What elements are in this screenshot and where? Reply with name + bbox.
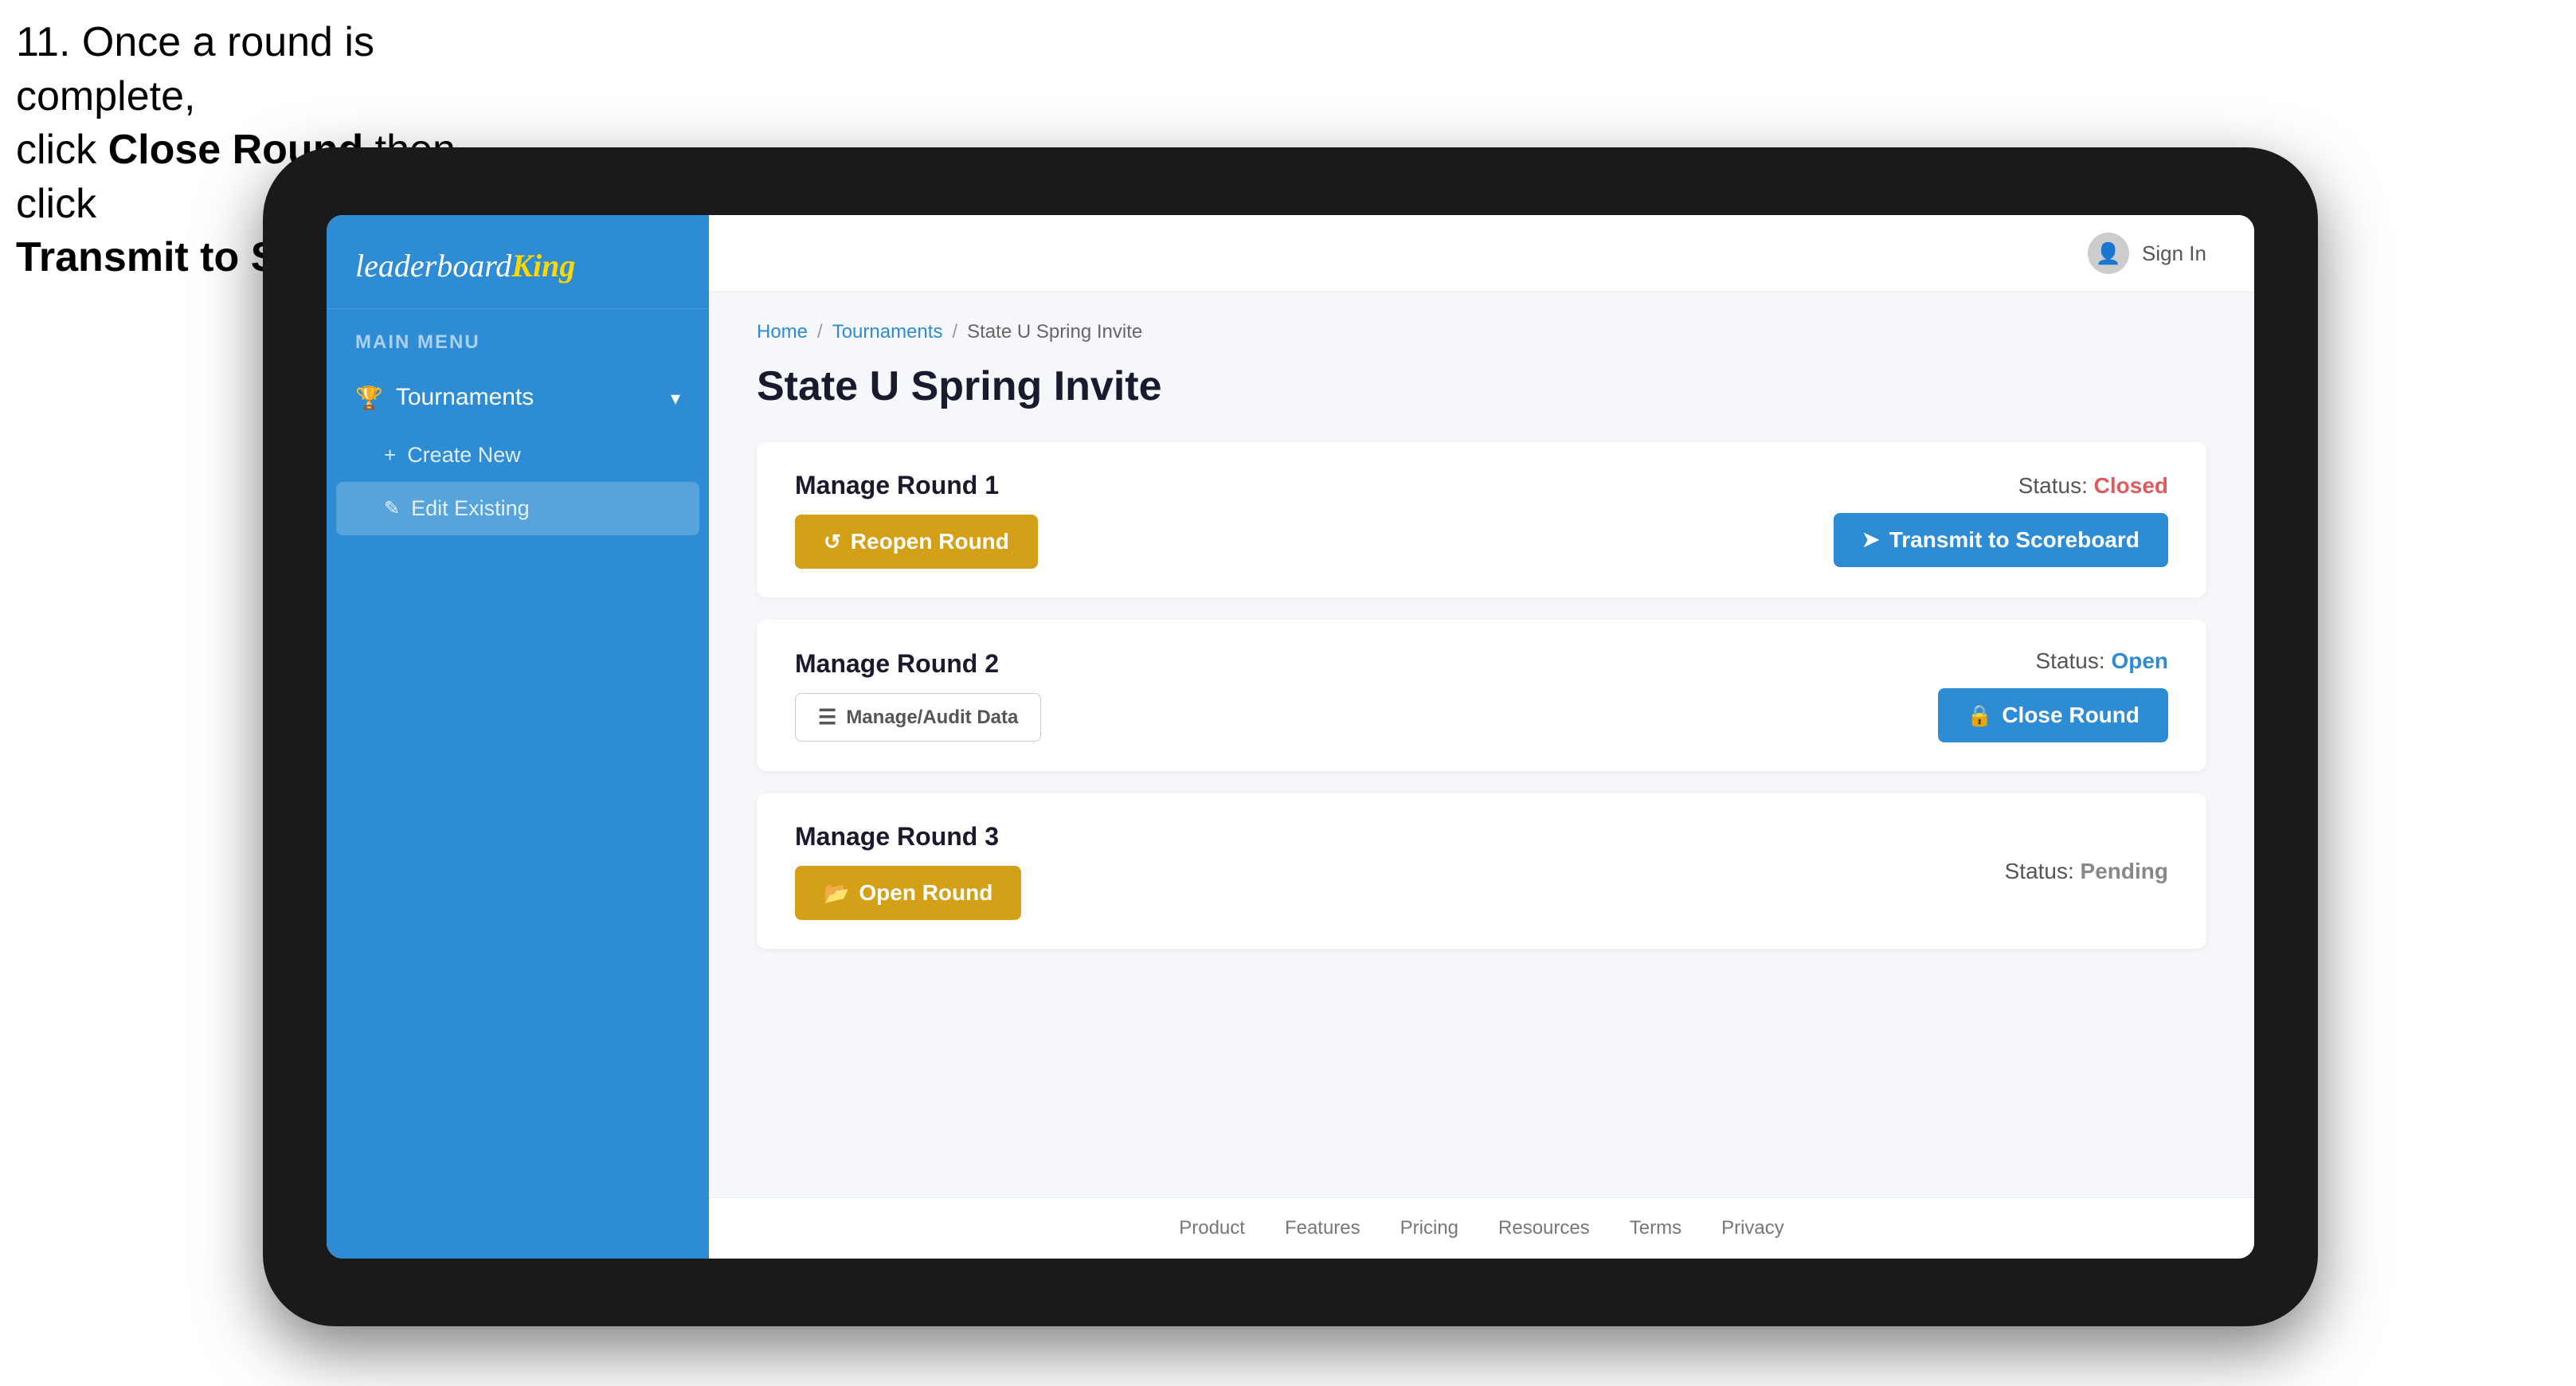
lock-icon: 🔒 xyxy=(1967,703,1992,728)
breadcrumb-home[interactable]: Home xyxy=(757,321,808,343)
manage-audit-data-button[interactable]: ☰ Manage/Audit Data xyxy=(795,693,1041,742)
breadcrumb-sep2: / xyxy=(952,321,957,343)
sidebar-edit-existing-label: Edit Existing xyxy=(411,496,530,521)
trophy-icon: 🏆 xyxy=(355,385,383,411)
footer-terms[interactable]: Terms xyxy=(1630,1217,1681,1239)
footer-product[interactable]: Product xyxy=(1179,1217,1245,1239)
round-1-section: Manage Round 1 ↺ Reopen Round Status: Cl… xyxy=(757,442,2206,597)
reopen-round-label: Reopen Round xyxy=(851,529,1009,554)
footer-resources[interactable]: Resources xyxy=(1498,1217,1590,1239)
footer: Product Features Pricing Resources Terms… xyxy=(709,1197,2254,1259)
breadcrumb-current: State U Spring Invite xyxy=(967,321,1142,343)
main-content: 👤 Sign In Home / Tournaments / State U S… xyxy=(709,215,2254,1259)
footer-pricing[interactable]: Pricing xyxy=(1400,1217,1458,1239)
round-2-title: Manage Round 2 xyxy=(795,649,1041,679)
reopen-icon: ↺ xyxy=(824,530,841,554)
round-1-status: Status: Closed xyxy=(2018,473,2168,499)
sidebar-create-new-label: Create New xyxy=(407,443,521,468)
logo: leaderboardKing xyxy=(355,247,680,284)
transmit-to-scoreboard-button[interactable]: ➤ Transmit to Scoreboard xyxy=(1834,513,2168,567)
round-1-status-value: Closed xyxy=(2094,473,2168,498)
round-3-section: Manage Round 3 📂 Open Round Status: Pend… xyxy=(757,793,2206,949)
open-icon: 📂 xyxy=(824,881,849,906)
open-round-button[interactable]: 📂 Open Round xyxy=(795,866,1021,920)
sidebar-create-new[interactable]: + Create New xyxy=(327,429,709,482)
sidebar: leaderboardKing MAIN MENU 🏆 Tournaments … xyxy=(327,215,709,1259)
transmit-to-scoreboard-label: Transmit to Scoreboard xyxy=(1889,527,2139,553)
round-2-status: Status: Open xyxy=(2036,648,2169,674)
tablet-screen: leaderboardKing MAIN MENU 🏆 Tournaments … xyxy=(327,215,2254,1259)
plus-icon: + xyxy=(384,443,396,468)
sidebar-edit-existing[interactable]: ✎ Edit Existing xyxy=(336,482,699,535)
logo-area: leaderboardKing xyxy=(327,215,709,309)
round-1-title: Manage Round 1 xyxy=(795,471,1038,500)
sidebar-item-tournaments[interactable]: 🏆 Tournaments xyxy=(327,366,709,429)
sidebar-menu-label: MAIN MENU xyxy=(327,309,709,366)
sign-in-area[interactable]: 👤 Sign In xyxy=(2088,233,2206,274)
round-3-title: Manage Round 3 xyxy=(795,822,1021,852)
reopen-round-button[interactable]: ↺ Reopen Round xyxy=(795,515,1038,569)
round-3-status: Status: Pending xyxy=(2005,859,2168,884)
manage-audit-label: Manage/Audit Data xyxy=(846,707,1018,729)
edit-icon: ✎ xyxy=(384,497,400,520)
sign-in-label[interactable]: Sign In xyxy=(2142,241,2206,266)
audit-icon: ☰ xyxy=(818,705,836,730)
breadcrumb-sep1: / xyxy=(817,321,823,343)
chevron-down-icon xyxy=(671,384,680,411)
round-3-status-value: Pending xyxy=(2081,859,2168,883)
round-2-section: Manage Round 2 ☰ Manage/Audit Data Statu… xyxy=(757,620,2206,771)
top-nav: 👤 Sign In xyxy=(709,215,2254,292)
footer-privacy[interactable]: Privacy xyxy=(1721,1217,1784,1239)
footer-features[interactable]: Features xyxy=(1285,1217,1360,1239)
app-layout: leaderboardKing MAIN MENU 🏆 Tournaments … xyxy=(327,215,2254,1259)
page-title: State U Spring Invite xyxy=(757,362,2206,410)
breadcrumb: Home / Tournaments / State U Spring Invi… xyxy=(757,321,2206,343)
open-round-label: Open Round xyxy=(859,880,992,906)
tablet-frame: leaderboardKing MAIN MENU 🏆 Tournaments … xyxy=(263,147,2318,1326)
close-round-label: Close Round xyxy=(2002,703,2139,728)
avatar: 👤 xyxy=(2088,233,2129,274)
round-2-status-value: Open xyxy=(2111,648,2168,673)
transmit-icon: ➤ xyxy=(1862,527,1880,552)
breadcrumb-tournaments[interactable]: Tournaments xyxy=(832,321,943,343)
close-round-button[interactable]: 🔒 Close Round xyxy=(1938,688,2168,742)
page-content: Home / Tournaments / State U Spring Invi… xyxy=(709,292,2254,1197)
sidebar-tournaments-label: Tournaments xyxy=(396,384,534,411)
